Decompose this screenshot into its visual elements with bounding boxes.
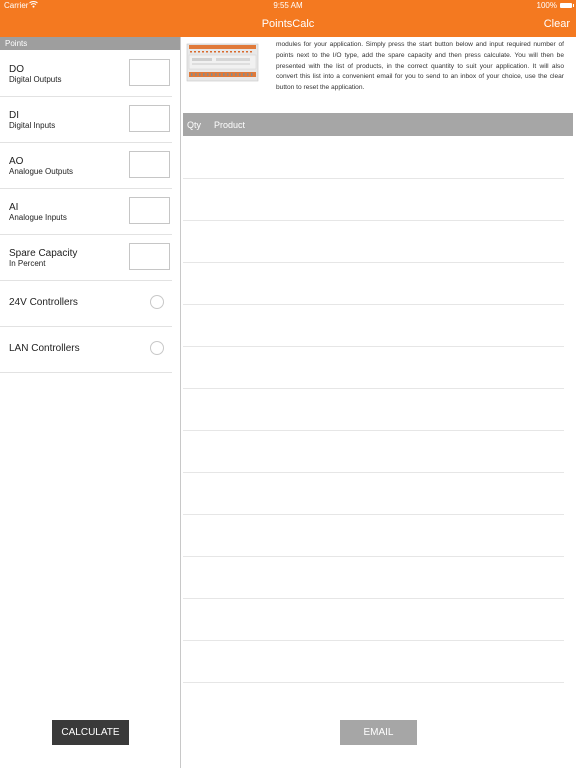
table-row (183, 640, 564, 641)
table-row (183, 388, 564, 389)
email-button[interactable]: EMAIL (340, 720, 417, 745)
app-title: PointsCalc (261, 18, 315, 30)
intro-text: modules for your application. Simply pre… (276, 41, 564, 92)
points-label: AI (9, 202, 19, 213)
points-row-di: DI Digital Inputs (0, 96, 172, 143)
points-row-ao: AO Analogue Outputs (0, 142, 172, 189)
battery-label: 100% (536, 1, 557, 10)
option-lan-controllers[interactable]: LAN Controllers (0, 326, 172, 373)
points-row-do: DO Digital Outputs (0, 50, 172, 97)
table-row (183, 682, 564, 683)
option-24v-controllers[interactable]: 24V Controllers (0, 280, 172, 327)
points-sublabel: Digital Outputs (9, 75, 62, 84)
table-row (183, 346, 564, 347)
points-row-spare: Spare Capacity In Percent (0, 234, 172, 281)
option-label: 24V Controllers (9, 297, 78, 308)
lan-controllers-radio[interactable] (150, 341, 164, 355)
table-row (183, 304, 564, 305)
points-panel: Points DO Digital Outputs DI Digital Inp… (0, 37, 180, 768)
status-bar: Carrier 9:55 AM 100% (0, 0, 576, 12)
points-section-header: Points (0, 37, 180, 50)
table-row (183, 178, 564, 179)
table-row (183, 598, 564, 599)
panel-divider (180, 37, 181, 768)
nav-bar: PointsCalc Clear (0, 12, 576, 37)
di-input[interactable] (129, 105, 170, 132)
points-label: DO (9, 64, 24, 75)
ai-input[interactable] (129, 197, 170, 224)
points-label: AO (9, 156, 24, 167)
table-row (183, 220, 564, 221)
controller-product-image (186, 40, 259, 85)
points-sublabel: Digital Inputs (9, 121, 56, 130)
points-sublabel: Analogue Outputs (9, 167, 74, 176)
spare-capacity-input[interactable] (129, 243, 170, 270)
product-column-header: Product (214, 120, 246, 130)
points-label: Spare Capacity (9, 248, 78, 259)
points-sublabel: In Percent (9, 259, 46, 268)
points-row-ai: AI Analogue Inputs (0, 188, 172, 235)
table-row (183, 430, 564, 431)
qty-column-header: Qty (187, 120, 202, 130)
24v-controllers-radio[interactable] (150, 295, 164, 309)
clear-button[interactable]: Clear (544, 18, 570, 30)
battery-icon (560, 3, 574, 8)
do-input[interactable] (129, 59, 170, 86)
option-label: LAN Controllers (9, 343, 80, 354)
table-row (183, 472, 564, 473)
table-row (183, 556, 564, 557)
clock-label: 9:55 AM (273, 1, 303, 10)
results-table-header: Qty Product (183, 113, 573, 136)
ao-input[interactable] (129, 151, 170, 178)
points-sublabel: Analogue Inputs (9, 213, 67, 222)
table-row (183, 514, 564, 515)
table-row (183, 262, 564, 263)
calculate-button[interactable]: CALCULATE (52, 720, 129, 745)
points-label: DI (9, 110, 19, 121)
